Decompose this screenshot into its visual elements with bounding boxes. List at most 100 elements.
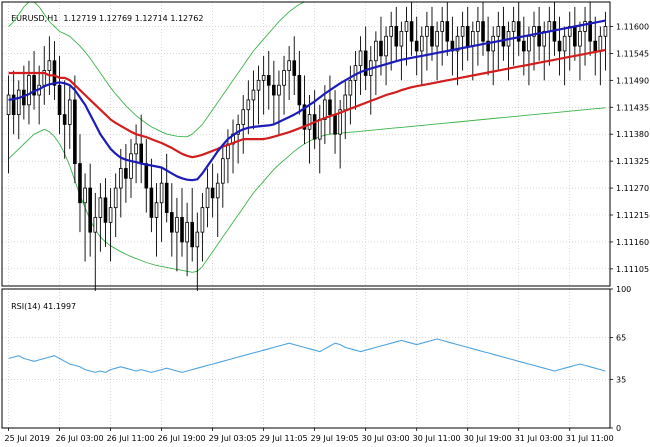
candle-body-bull: [261, 75, 266, 81]
candle: [583, 6, 587, 66]
time-tick-label: 31 Jul 03:00: [515, 434, 563, 443]
candle-body-bull: [440, 21, 444, 32]
candle-body-bull: [241, 109, 246, 125]
candle-body-bear: [445, 21, 450, 42]
candle-body-bear: [52, 60, 57, 86]
price-tick-label: 1.11105: [616, 265, 649, 274]
candle: [62, 80, 67, 159]
candle-body-bull: [389, 26, 393, 37]
candle: [435, 21, 439, 81]
candle-body-bear: [124, 168, 128, 179]
candle-body-bull: [175, 217, 179, 233]
candle: [261, 55, 266, 115]
main-price-axis: 1.11600 1.11545 1.11490 1.11435 1.11380 1.113…: [610, 22, 649, 274]
candle: [573, 6, 577, 61]
candle-body-bull: [108, 207, 113, 223]
candle-body-bull: [562, 35, 567, 52]
candle-body-bear: [57, 84, 62, 116]
candle-body-bull: [16, 89, 21, 116]
candle-body-bull: [384, 35, 388, 57]
candle: [593, 16, 598, 76]
time-tick-label: 30 Jul 19:00: [464, 434, 512, 443]
candle: [491, 26, 496, 86]
candle: [516, 2, 521, 56]
candle-body-bear: [297, 75, 302, 106]
rsi-line-group: [8, 338, 606, 373]
price-tick-label: 1.11270: [616, 184, 649, 193]
rsi-tick-label: 100: [616, 285, 631, 294]
candle: [542, 21, 547, 81]
candle: [511, 6, 516, 66]
candle-body-bull: [185, 221, 189, 243]
candle: [297, 50, 302, 115]
candle: [445, 2, 450, 56]
rsi-line: [8, 338, 606, 373]
time-tick-label: 29 Jul 11:05: [260, 434, 308, 443]
candle: [578, 21, 582, 81]
candlesticks: [6, 2, 608, 291]
candle: [394, 6, 399, 61]
candle-body-bull: [205, 187, 210, 209]
candle-body-bear: [394, 26, 399, 47]
candle: [32, 50, 36, 110]
candle-body-bear: [465, 26, 470, 47]
candle-body-bull: [404, 21, 409, 32]
candle: [287, 46, 291, 100]
candle-body-bear: [88, 187, 92, 233]
candle: [98, 183, 103, 252]
time-tick-label: 30 Jul 03:00: [362, 434, 410, 443]
candle: [450, 16, 455, 76]
price-tick-label: 1.11435: [616, 103, 649, 112]
price-tick-label: 1.11215: [616, 211, 649, 220]
candle: [404, 6, 409, 66]
candle: [190, 188, 195, 262]
candle: [557, 16, 562, 76]
candle: [251, 70, 256, 130]
candle: [52, 41, 57, 100]
candle-body-bear: [501, 26, 506, 47]
candle: [175, 197, 179, 272]
candle: [210, 163, 215, 218]
candle-body-bear: [557, 40, 562, 52]
candle-body-bear: [312, 114, 317, 140]
candle: [200, 192, 205, 262]
rsi-axis: 100 65 35 0: [610, 285, 631, 433]
candle-body-bull: [256, 79, 261, 91]
candle: [588, 2, 592, 56]
candle: [425, 11, 429, 71]
candle: [236, 114, 240, 164]
candle: [333, 90, 337, 154]
candle-body-bull: [419, 35, 424, 52]
candle-body-bear: [164, 182, 169, 213]
candle: [205, 168, 210, 228]
candle-body-bear: [144, 163, 149, 189]
candle: [231, 119, 235, 174]
candle-body-bull: [6, 94, 11, 116]
candle-body-bull: [118, 168, 123, 189]
candle-body-bear: [573, 26, 577, 47]
ma-line-ma_fast: [8, 19, 606, 182]
candle-body-bear: [190, 221, 195, 248]
candle-body-bull: [129, 153, 133, 179]
candle-body-bear: [522, 40, 526, 52]
candle-body-bull: [47, 60, 52, 71]
candle: [414, 16, 419, 76]
candle-body-bull: [511, 21, 516, 32]
candle-body-bull: [282, 70, 286, 86]
candle: [384, 26, 388, 86]
candle-body-bull: [93, 217, 98, 233]
candle: [144, 139, 149, 213]
candle-body-bear: [73, 99, 77, 164]
candle: [552, 2, 557, 56]
candle-body-bull: [154, 202, 159, 218]
rsi-tick-label: 35: [616, 375, 626, 384]
candle: [455, 26, 460, 86]
candle: [506, 21, 511, 81]
chart-canvas[interactable]: 1.11600 1.11545 1.11490 1.11435 1.11380 1.113…: [0, 0, 650, 447]
candle: [78, 134, 82, 233]
candle: [486, 16, 490, 76]
candle-body-bull: [399, 30, 404, 47]
candle: [256, 65, 261, 125]
candle: [185, 202, 189, 277]
candle-body-bear: [292, 60, 297, 76]
